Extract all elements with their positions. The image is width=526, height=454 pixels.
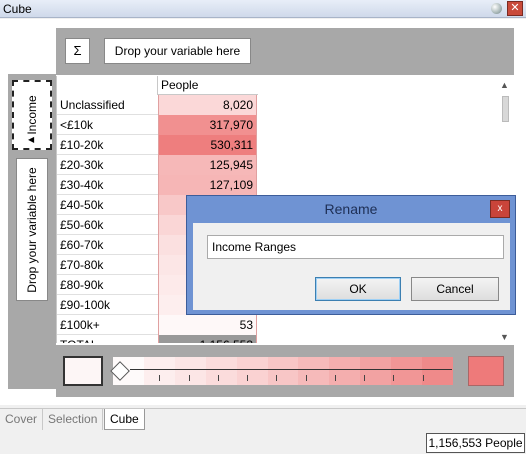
row-drop-label: Drop your variable here	[25, 166, 39, 293]
value-cell[interactable]: 8,020	[158, 95, 257, 115]
row-label[interactable]: £70-80k	[60, 258, 103, 272]
scroll-thumb[interactable]	[502, 96, 509, 122]
ramp-tick	[218, 375, 219, 381]
row-label[interactable]: £50-60k	[60, 218, 103, 232]
close-window-button[interactable]: ✕	[507, 1, 523, 16]
ramp-tick	[393, 375, 394, 381]
row-label[interactable]: TOTAL	[60, 338, 98, 343]
ramp-tick	[247, 375, 248, 381]
ramp-tick	[335, 375, 336, 381]
table-row: £10-20k 530,311	[57, 135, 258, 155]
status-bar: 1,156,553 People	[0, 432, 526, 454]
row-label[interactable]: £60-70k	[60, 238, 103, 252]
pin-icon[interactable]	[488, 1, 504, 16]
value-cell[interactable]: 127,109	[158, 175, 257, 195]
ramp-tick	[423, 375, 424, 381]
rename-input[interactable]	[207, 235, 504, 259]
table-row: <£10k 317,970	[57, 115, 258, 135]
row-label[interactable]: £40-50k	[60, 198, 103, 212]
row-label[interactable]: £20-30k	[60, 158, 103, 172]
rename-dialog: Rename x OK Cancel	[186, 195, 516, 315]
row-label[interactable]: Unclassified	[60, 98, 125, 112]
total-people-readout: 1,156,553 People	[426, 433, 525, 453]
high-color-swatch[interactable]	[468, 356, 504, 386]
value-cell[interactable]: 530,311	[158, 135, 257, 155]
dialog-close-button[interactable]: x	[490, 200, 510, 218]
table-row: £30-40k 127,109	[57, 175, 258, 195]
row-label[interactable]: £80-90k	[60, 278, 103, 292]
ok-button[interactable]: OK	[315, 277, 401, 301]
cancel-button[interactable]: Cancel	[411, 277, 499, 301]
table-row: £20-30k 125,945	[57, 155, 258, 175]
tab-selection[interactable]: Selection	[43, 409, 104, 430]
sheet-tabs: Cover Selection Cube	[0, 408, 526, 430]
title-bar: Cube ✕	[0, 0, 526, 18]
table-row: Unclassified 8,020	[57, 95, 258, 115]
row-label[interactable]: £90-100k	[60, 298, 110, 312]
table-row: TOTAL 1,156,553	[57, 335, 258, 343]
value-cell[interactable]: 53	[158, 315, 257, 335]
row-label[interactable]: £10-20k	[60, 138, 103, 152]
sigma-button[interactable]: Σ	[65, 38, 90, 64]
ramp-tick	[364, 375, 365, 381]
row-drop-target[interactable]: Drop your variable here	[16, 158, 48, 301]
row-label[interactable]: £30-40k	[60, 178, 103, 192]
scroll-up-icon[interactable]: ▲	[500, 80, 509, 90]
income-variable-label: Income	[25, 95, 39, 135]
ramp-tick	[276, 375, 277, 381]
table-row: £100k+ 53	[57, 315, 258, 335]
ramp-line	[130, 369, 452, 370]
column-drop-target[interactable]: Drop your variable here	[104, 38, 251, 64]
column-header-people[interactable]: People	[157, 76, 258, 95]
ramp-tick	[306, 375, 307, 381]
value-cell[interactable]: 125,945	[158, 155, 257, 175]
cube-window: Cube ✕ Σ Drop your variable here Income …	[0, 0, 526, 454]
tab-cover[interactable]: Cover	[0, 409, 44, 430]
ramp-tick	[189, 375, 190, 381]
dialog-title: Rename	[324, 201, 378, 217]
window-title: Cube	[3, 2, 32, 16]
tab-cube[interactable]: Cube	[104, 409, 145, 430]
low-color-swatch[interactable]	[63, 356, 103, 386]
dialog-body: OK Cancel	[193, 223, 510, 310]
value-cell[interactable]: 1,156,553	[158, 335, 257, 343]
row-label[interactable]: £100k+	[60, 318, 100, 332]
dropdown-arrow-icon[interactable]: ◀	[28, 135, 34, 144]
scroll-down-icon[interactable]: ▼	[500, 332, 509, 342]
income-variable-chip[interactable]: Income ◀	[12, 80, 52, 150]
ramp-tick	[159, 375, 160, 381]
row-label[interactable]: <£10k	[60, 118, 93, 132]
ramp-ticks	[130, 375, 452, 381]
value-cell[interactable]: 317,970	[158, 115, 257, 135]
